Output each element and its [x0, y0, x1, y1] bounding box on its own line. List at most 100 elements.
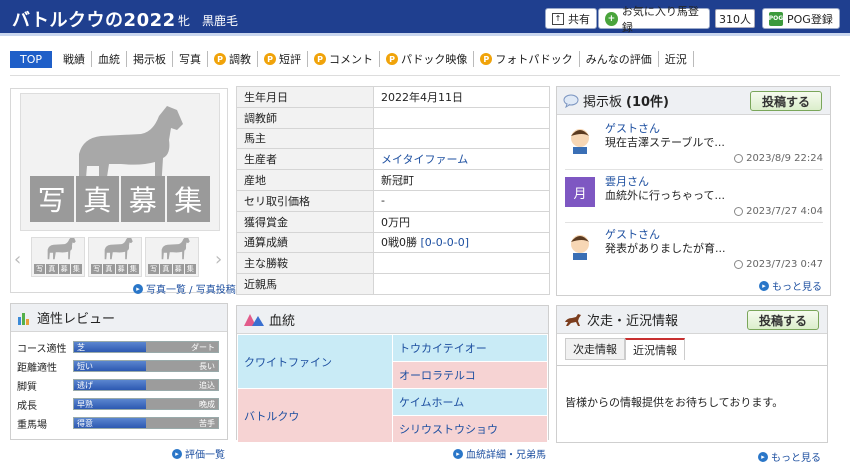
nav-training-label: 調教 — [229, 53, 252, 66]
pedigree-detail-label: 血統詳細・兄弟馬 — [466, 450, 546, 461]
pedigree-panel: 血統 クワイトファイン トウカイテイオー オーロラテルコ バトルクウ ケイムホー… — [236, 305, 549, 443]
post-date: 2023/7/27 4:04 — [734, 206, 823, 217]
share-icon: ↑ — [552, 12, 564, 25]
photo-thumbnail[interactable]: 写真募集 — [145, 237, 199, 277]
nav-divider — [10, 75, 840, 76]
caption-char: 写 — [30, 176, 76, 222]
ratings-list-link[interactable]: ▸ 評価一覧 — [172, 446, 225, 461]
info-value — [373, 273, 550, 295]
nav-results[interactable]: 戦績 — [57, 51, 93, 67]
nav-comment[interactable]: P コメント — [308, 51, 381, 67]
board-post[interactable]: ゲストさん 発表がありましたが育... 2023/7/23 0:47 — [565, 226, 823, 276]
board-panel: 掲示板 (10件) 投稿する ゲストさん 現在吉澤ステーブルで... 2023/… — [556, 86, 831, 296]
thumb-caption: 写真募集 — [91, 264, 139, 274]
board-post[interactable]: ゲストさん 現在吉澤ステーブルで... 2023/8/9 22:24 — [565, 120, 823, 170]
nav-comment-label: コメント — [329, 53, 374, 66]
main-photo-placeholder[interactable]: 写 真 募 集 — [20, 93, 220, 231]
sire-sire-cell[interactable]: トウカイテイオー — [392, 334, 548, 362]
caption-char: 募 — [121, 176, 167, 222]
aptitude-row: 成長 早熟 晩成 — [17, 397, 219, 412]
photo-panel: 写 真 募 集 ‹ › 写真募集 写真募集 写真募集 ▸ 写真一覧 / 写真投稿 — [10, 88, 236, 296]
board-more-link[interactable]: ▸ もっと見る — [759, 278, 822, 293]
breeder-link[interactable]: メイタイファーム — [381, 153, 468, 166]
nav-training[interactable]: P 調教 — [208, 51, 259, 67]
pedigree-title: 血統 — [269, 314, 296, 329]
nav-photos[interactable]: 写真 — [173, 51, 209, 67]
running-horse-icon — [565, 313, 581, 326]
nav-short-review[interactable]: P 短評 — [258, 51, 309, 67]
aptitude-row: コース適性 芝ダート — [17, 340, 219, 355]
post-text[interactable]: 血統外に行っちゃって... — [605, 187, 725, 203]
arrow-circle-icon: ▸ — [172, 448, 182, 459]
recent-more-link[interactable]: ▸ もっと見る — [758, 449, 821, 464]
nav-photo-paddock[interactable]: P フォトパドック — [474, 51, 580, 67]
info-key: セリ取引価格 — [236, 189, 374, 212]
pog-label: POG登録 — [787, 12, 833, 26]
photo-list-link[interactable]: ▸ 写真一覧 / 写真投稿 — [133, 281, 236, 296]
sire-dam-cell[interactable]: オーロラテルコ — [392, 361, 548, 389]
info-key: 生産者 — [236, 148, 374, 171]
photo-thumbnail[interactable]: 写真募集 — [31, 237, 85, 277]
nav-top[interactable]: TOP — [10, 50, 53, 68]
tab-recent-news[interactable]: 近況情報 — [625, 338, 685, 360]
post-text[interactable]: 現在吉澤ステーブルで... — [605, 134, 725, 150]
recent-header: 次走・近況情報 投稿する — [557, 306, 827, 334]
nav-short-review-label: 短評 — [279, 53, 302, 66]
aptitude-label: 距離適性 — [17, 362, 57, 374]
info-value — [373, 106, 550, 129]
board-post-button[interactable]: 投稿する — [750, 91, 822, 111]
recent-tabs: 次走情報 近況情報 — [565, 338, 685, 360]
caption-char: 集 — [166, 176, 212, 222]
dam-cell[interactable]: バトルクウ — [237, 388, 393, 443]
aptitude-label: コース適性 — [17, 343, 67, 355]
favorite-button[interactable]: + お気に入り馬登録 — [598, 5, 710, 34]
nav-ratings[interactable]: みんなの評価 — [580, 51, 659, 67]
photo-wanted-caption: 写 真 募 集 — [30, 176, 212, 222]
share-button[interactable]: ↑ 共有 — [545, 8, 597, 29]
prev-arrow-icon[interactable]: ‹ — [14, 249, 21, 270]
favorite-label: お気に入り馬登録 — [621, 4, 699, 34]
post-text[interactable]: 発表がありましたが育... — [605, 240, 726, 256]
tab-next-race[interactable]: 次走情報 — [565, 338, 625, 360]
next-arrow-icon[interactable]: › — [215, 249, 222, 270]
nav-recent[interactable]: 近況 — [659, 51, 694, 67]
pedigree-detail-link[interactable]: ▸ 血統詳細・兄弟馬 — [453, 446, 546, 461]
guest-avatar-icon — [571, 129, 589, 154]
pog-button[interactable]: POG POG登録 — [762, 8, 840, 29]
table-row: 通算成績 0戦0勝 [0-0-0-0] — [236, 231, 550, 254]
ratings-list-label: 評価一覧 — [185, 450, 225, 461]
nav-pedigree[interactable]: 血統 — [92, 51, 128, 67]
info-key: 調教師 — [236, 106, 374, 129]
horse-header: バトルクウの2022 牝 黒鹿毛 ↑ 共有 + お気に入り馬登録 310人 PO… — [0, 0, 850, 36]
photo-thumbnail[interactable]: 写真募集 — [88, 237, 142, 277]
dam-sire-cell[interactable]: ケイムホーム — [392, 388, 548, 416]
aptitude-header: 適性レビュー — [11, 304, 227, 332]
premium-icon: P — [386, 53, 399, 65]
table-row: 生年月日 2022年4月11日 — [236, 86, 550, 108]
speech-bubble-icon — [563, 94, 579, 108]
aptitude-title: 適性レビュー — [37, 312, 116, 327]
pedigree-table: クワイトファイン トウカイテイオー オーロラテルコ バトルクウ ケイムホーム シ… — [237, 334, 548, 443]
horse-info-table: 生年月日 2022年4月11日 調教師 馬主 生産者 メイタイファーム 産地 新冠町 … — [236, 86, 550, 295]
recent-post-button[interactable]: 投稿する — [747, 310, 819, 330]
info-key: 通算成績 — [236, 231, 374, 254]
board-post[interactable]: 月 雲月さん 血統外に行っちゃって... 2023/7/27 4:04 — [565, 173, 823, 223]
dam-dam-cell[interactable]: シリウストウショウ — [392, 415, 548, 443]
pedigree-header: 血統 — [237, 306, 548, 334]
aptitude-label: 重馬場 — [17, 419, 47, 431]
sire-cell[interactable]: クワイトファイン — [237, 334, 393, 389]
thumb-caption: 写真募集 — [34, 264, 82, 274]
aptitude-rest: 苦手 — [146, 418, 218, 428]
nav-board[interactable]: 掲示板 — [127, 51, 174, 67]
career-record-link[interactable]: [0-0-0-0] — [421, 236, 470, 249]
nav-paddock-video-label: パドック映像 — [401, 53, 468, 66]
aptitude-row: 脚質 逃げ 追込 — [17, 378, 219, 393]
table-row: 主な勝鞍 — [236, 252, 550, 275]
clock-icon — [734, 207, 744, 216]
table-row: 獲得賞金 0万円 — [236, 210, 550, 233]
caption-char: 真 — [75, 176, 121, 222]
bar-chart-icon — [18, 312, 29, 325]
post-date: 2023/8/9 22:24 — [734, 153, 823, 164]
table-row: 調教師 — [236, 106, 550, 129]
nav-paddock-video[interactable]: P パドック映像 — [380, 51, 475, 67]
